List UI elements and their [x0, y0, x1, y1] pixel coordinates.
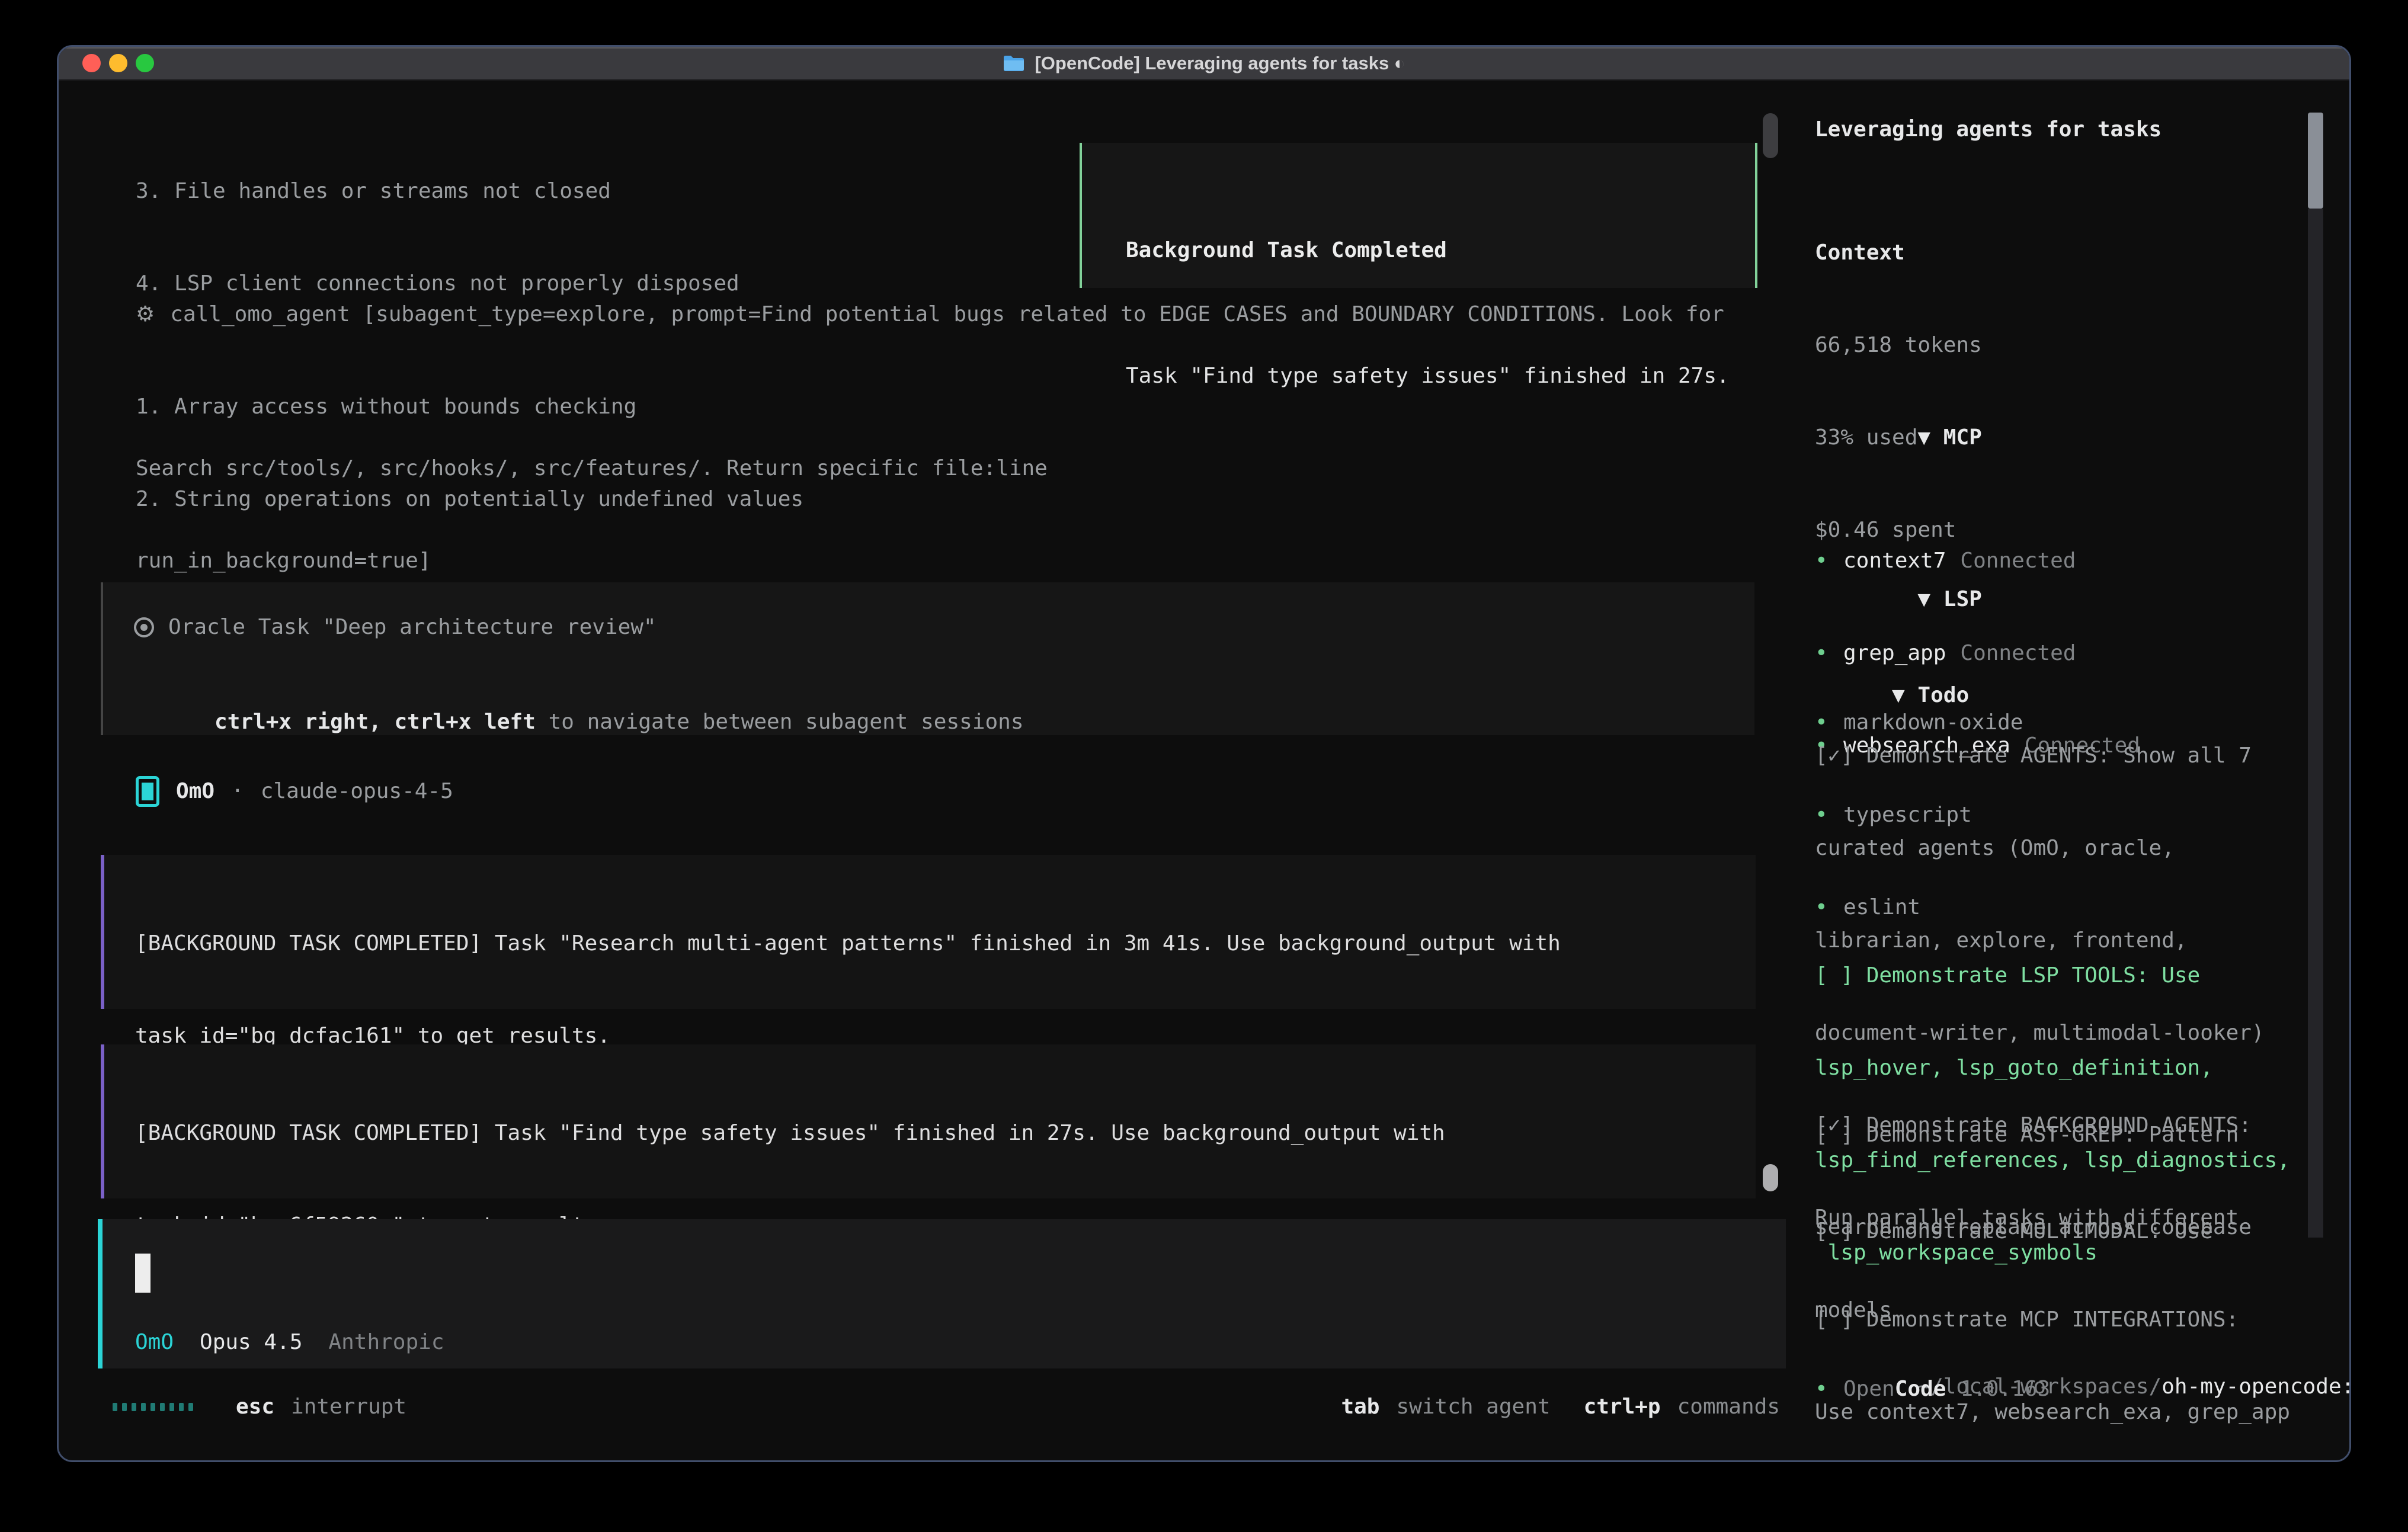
hint-keys: ctrl+x right, ctrl+x left — [214, 710, 536, 734]
esc-key-label: interrupt — [291, 1392, 406, 1422]
composer-provider: Anthropic — [328, 1327, 444, 1358]
oracle-title: Oracle Task "Deep architecture review" — [168, 612, 657, 643]
oracle-task-card: Oracle Task "Deep architecture review" c… — [101, 582, 1754, 735]
lsp-header-label: LSP — [1943, 587, 1982, 611]
todo-line: curated agents (OmO, oracle, — [1815, 833, 2265, 864]
composer-model: Opus 4.5 — [200, 1327, 302, 1358]
lsp-section-header[interactable]: ▼ LSP — [1815, 553, 2023, 646]
background-task-card: [BACKGROUND TASK COMPLETED] Task "Find t… — [101, 1044, 1756, 1198]
mcp-section-header[interactable]: ▼ MCP — [1815, 392, 2140, 484]
main-scrollbar-segment[interactable] — [1763, 113, 1778, 158]
todo-line: [ ] Demonstrate LSP TOOLS: Use — [1815, 960, 2290, 991]
notification-title: Background Task Completed — [1126, 235, 1755, 266]
main-scrollbar-thumb[interactable] — [1763, 1164, 1778, 1191]
status-dot-icon: • — [1815, 1374, 1843, 1405]
window-controls — [82, 47, 154, 79]
ctrlp-key-label: commands — [1677, 1392, 1780, 1422]
chevron-down-icon: ▼ — [1917, 587, 1930, 611]
todo-line: [✓] Demonstrate AGENTS: Show all 7 — [1815, 741, 2265, 771]
agent-header: OmO · claude-opus-4-5 — [136, 776, 453, 807]
task-line1: [BACKGROUND TASK COMPLETED] Task "Resear… — [135, 928, 1756, 959]
workspace-repo: oh-my-opencode: — [2162, 1374, 2351, 1399]
background-task-card: [BACKGROUND TASK COMPLETED] Task "Resear… — [101, 855, 1756, 1009]
close-button[interactable] — [82, 54, 101, 72]
oracle-title-row: Oracle Task "Deep architecture review" — [134, 612, 1754, 643]
activity-dots — [113, 1403, 193, 1411]
todo-line: [ ] Demonstrate MULTIMODAL: Use — [1815, 1216, 2213, 1247]
brand-prefix: Open — [1843, 1374, 1895, 1405]
notification-body: Task "Find type safety issues" finished … — [1126, 361, 1755, 392]
session-title: Leveraging agents for tasks — [1815, 114, 2162, 145]
agent-model: claude-opus-4-5 — [261, 776, 453, 807]
title-group: [OpenCode] Leveraging agents for tasks ◐ — [1003, 53, 1405, 74]
version-number: 1.0.163 — [1960, 1374, 2050, 1405]
composer-agent: OmO — [135, 1327, 174, 1358]
transcript-line: 3. File handles or streams not closed — [136, 176, 1048, 207]
chevron-down-icon: ▼ — [1917, 425, 1930, 450]
zoom-button[interactable] — [136, 54, 154, 72]
tab-key-hint: tab — [1341, 1392, 1379, 1422]
text-cursor — [135, 1254, 150, 1293]
gear-icon: ⚙ — [136, 299, 155, 330]
window-title: [OpenCode] Leveraging agents for tasks ◐ — [1035, 53, 1405, 74]
transcript-line: 4. LSP client connections not properly d… — [136, 268, 1048, 299]
oracle-status-icon — [134, 617, 154, 637]
task-line1: [BACKGROUND TASK COMPLETED] Task "Find t… — [135, 1118, 1756, 1149]
hint-rest: to navigate between subagent sessions — [536, 710, 1024, 734]
prompt-input[interactable]: OmO Opus 4.5 Anthropic — [98, 1219, 1786, 1368]
sidebar: Leveraging agents for tasks Context 66,5… — [1815, 47, 2308, 755]
minimize-button[interactable] — [109, 54, 127, 72]
bug-list-item: 2. String operations on potentially unde… — [136, 484, 1651, 515]
todo-line: [ ] Demonstrate AST-GREP: Pattern — [1815, 1120, 2290, 1150]
version-row: •OpenCode 1.0.163 — [1815, 1374, 2050, 1405]
brand-suffix: Code — [1895, 1374, 1946, 1405]
ctrlp-key-hint: ctrl+p — [1584, 1392, 1661, 1422]
status-bar: esc interrupt tab switch agent ctrl+p co… — [113, 1392, 1780, 1422]
sidebar-scrollbar-track[interactable] — [2308, 209, 2323, 1238]
esc-key-hint: esc — [236, 1392, 274, 1422]
folder-icon — [1003, 55, 1025, 72]
desktop: { "window": { "title": "[OpenCode] Lever… — [0, 0, 2408, 1532]
notification-toast[interactable]: Background Task Completed Task "Find typ… — [1080, 143, 1757, 288]
oracle-hint: ctrl+x right, ctrl+x left to navigate be… — [137, 676, 1754, 768]
agent-icon — [136, 776, 159, 807]
app-window: [OpenCode] Leveraging agents for tasks ◐… — [57, 45, 2351, 1462]
agent-name: OmO — [176, 776, 214, 807]
workspace-info: ~/local-workspaces/oh-my-opencode: maste… — [1815, 1279, 2351, 1462]
separator-dot: · — [231, 776, 244, 807]
tab-key-label: switch agent — [1396, 1392, 1550, 1422]
mcp-header-label: MCP — [1943, 425, 1982, 450]
context-header: Context — [1815, 238, 1982, 268]
sidebar-scrollbar-thumb[interactable] — [2308, 113, 2323, 209]
